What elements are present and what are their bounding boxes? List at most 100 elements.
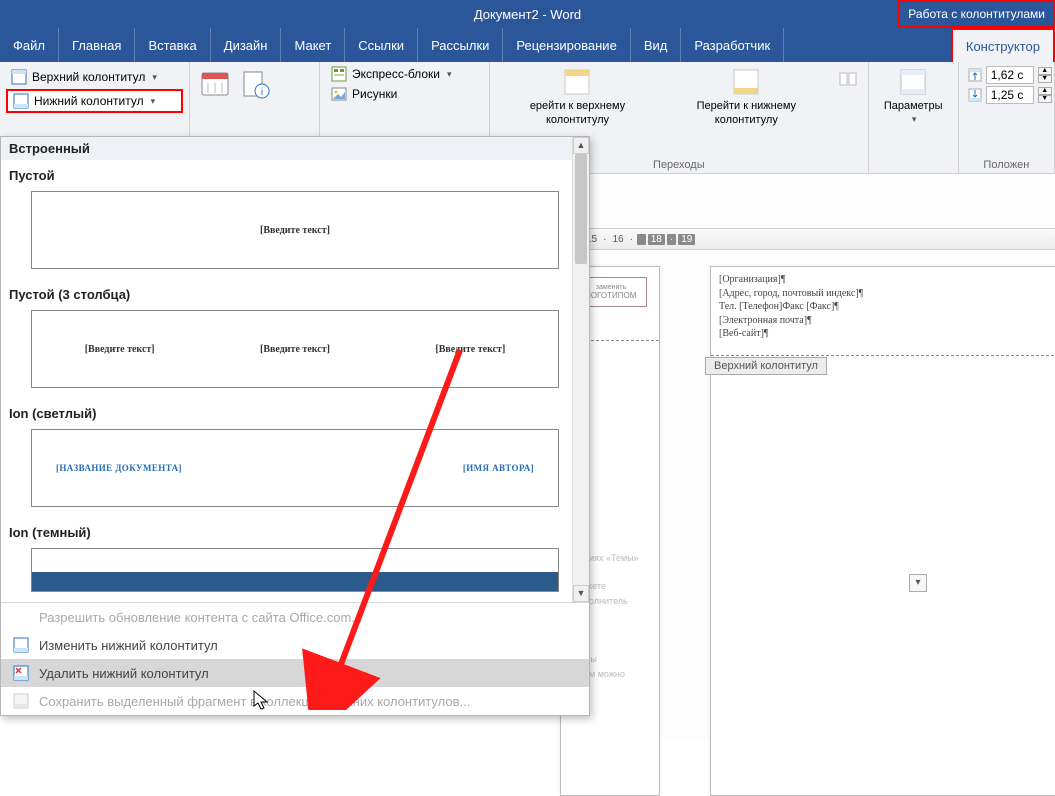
document-area: 15 · 16 · 18 · 19 заменить ЛОГОТИПОМ екц… — [580, 174, 1055, 739]
document-page-right[interactable]: [Организация]¶ [Адрес, город, почтовый и… — [710, 266, 1055, 796]
tab-mailings[interactable]: Рассылки — [418, 28, 503, 62]
header-tel: Тел. [Телефон]Факс [Факс]¶ — [719, 300, 1055, 314]
scroll-up-icon[interactable]: ▲ — [573, 137, 589, 154]
header-addr: [Адрес, город, почтовый индекс]¶ — [719, 287, 1055, 301]
tab-file[interactable]: Файл — [0, 28, 59, 62]
placeholder-text: [Введите текст] — [260, 225, 330, 236]
express-blocks-label: Экспресс-блоки — [352, 67, 440, 81]
ruler-tick — [637, 234, 646, 245]
scrollbar-thumb[interactable] — [575, 154, 587, 264]
footer-from-bottom-field[interactable]: 1,25 с ▲▼ — [965, 85, 1048, 105]
header-email: [Электронная почта]¶ — [719, 314, 1055, 328]
express-blocks-icon — [331, 66, 347, 82]
goto-footer-icon — [731, 67, 761, 97]
pictures-button[interactable]: Рисунки — [326, 84, 483, 104]
header-region-tag[interactable]: Верхний колонтитул — [705, 357, 827, 375]
ruler-tick: 19 — [678, 234, 695, 245]
placeholder-text: [Введите текст] — [260, 344, 330, 355]
tab-view[interactable]: Вид — [631, 28, 682, 62]
footer-position-icon — [968, 88, 982, 102]
goto-footer-button[interactable]: Перейти к нижнему колонтитулу — [663, 65, 830, 130]
placeholder-text: [Введите текст] — [435, 344, 505, 355]
spinner-buttons[interactable]: ▲▼ — [1038, 67, 1052, 83]
menu-save-selection[interactable]: Сохранить выделенный фрагмент в коллекци… — [1, 687, 589, 715]
placeholder-text: [Введите текст] — [85, 344, 155, 355]
placeholder-doc-title: [НАЗВАНИЕ ДОКУМЕНТА] — [56, 463, 182, 473]
document-info-icon[interactable]: i — [240, 69, 270, 99]
footer-label: Нижний колонтитул — [34, 94, 144, 108]
date-time-icon[interactable] — [200, 69, 230, 99]
tab-insert[interactable]: Вставка — [135, 28, 210, 62]
header-dropdown[interactable]: Верхний колонтитул ▾ — [6, 67, 183, 87]
chevron-down-icon: ▾ — [151, 96, 156, 107]
footer-dropdown[interactable]: Нижний колонтитул ▾ — [6, 89, 183, 113]
ruler-tick: · — [601, 234, 608, 245]
header-position-icon — [968, 68, 982, 82]
express-blocks-button[interactable]: Экспресс-блоки ▾ — [326, 64, 483, 84]
footer-template-empty[interactable]: [Введите текст] — [31, 191, 559, 269]
menu-delete-footer-label: Удалить нижний колонтитул — [39, 666, 209, 681]
tab-layout[interactable]: Макет — [281, 28, 345, 62]
header-org: [Организация]¶ — [719, 273, 1055, 287]
goto-header-button[interactable]: ерейти к верхнему колонтитулу — [496, 65, 659, 130]
header-from-top-value: 1,62 с — [986, 66, 1034, 84]
svg-text:i: i — [261, 87, 263, 98]
footer-template-ion-dark[interactable] — [31, 548, 559, 592]
chevron-down-icon: ▾ — [152, 72, 157, 83]
menu-edit-footer[interactable]: Изменить нижний колонтитул — [1, 631, 589, 659]
tab-constructor[interactable]: Конструктор — [951, 28, 1055, 62]
goto-header-icon — [562, 67, 592, 97]
title-bar: Документ2 - Word Работа с колонтитулами — [0, 0, 1055, 28]
gallery-section-empty: Пустой — [1, 160, 589, 187]
scroll-down-button[interactable]: ▾ — [909, 574, 927, 592]
parameters-label: Параметры — [884, 100, 943, 114]
menu-save-selection-label: Сохранить выделенный фрагмент в коллекци… — [39, 694, 470, 709]
edit-footer-icon — [13, 637, 29, 653]
header-icon — [11, 69, 27, 85]
tab-references[interactable]: Ссылки — [345, 28, 418, 62]
ribbon-group-position: 1,62 с ▲▼ 1,25 с ▲▼ Положен — [959, 62, 1055, 173]
ribbon-group-options: Параметры ▾ — [869, 62, 959, 173]
footer-icon — [13, 93, 29, 109]
tab-review[interactable]: Рецензирование — [503, 28, 630, 62]
footer-template-empty-3col[interactable]: [Введите текст] [Введите текст] [Введите… — [31, 310, 559, 388]
gallery-section-empty3: Пустой (3 столбца) — [1, 279, 589, 306]
horizontal-ruler[interactable]: 15 · 16 · 18 · 19 — [580, 228, 1055, 250]
menu-office-update[interactable]: Разрешить обновление контента с сайта Of… — [1, 603, 589, 631]
chevron-down-icon: ▾ — [447, 69, 452, 80]
gallery-scrollbar[interactable]: ▲ ▼ — [572, 137, 589, 602]
header-label: Верхний колонтитул — [32, 70, 145, 84]
parameters-button[interactable]: Параметры ▾ — [875, 65, 952, 127]
tab-developer[interactable]: Разработчик — [681, 28, 784, 62]
ruler-tick: 18 — [648, 234, 665, 245]
scroll-down-icon[interactable]: ▼ — [573, 585, 589, 602]
save-selection-icon — [13, 693, 29, 709]
link-previous-area — [834, 65, 862, 130]
ruler-tick: · — [667, 234, 676, 245]
menu-delete-footer[interactable]: Удалить нижний колонтитул — [1, 659, 589, 687]
footer-gallery-dropdown: Встроенный Пустой [Введите текст] Пустой… — [0, 136, 590, 716]
tab-home[interactable]: Главная — [59, 28, 135, 62]
header-web: [Веб-сайт]¶ — [719, 327, 1055, 341]
tab-design[interactable]: Дизайн — [211, 28, 282, 62]
gallery-section-ion-dark: Ion (темный) — [1, 517, 589, 544]
goto-header-label: ерейти к верхнему колонтитулу — [504, 100, 651, 128]
document-title: Документ2 - Word — [0, 7, 1055, 22]
menu-edit-footer-label: Изменить нижний колонтитул — [39, 638, 218, 653]
placeholder-author: [ИМЯ АВТОРА] — [463, 463, 534, 473]
gallery-category-builtin: Встроенный — [1, 137, 589, 160]
contextual-tab-group-header-footer[interactable]: Работа с колонтитулами — [898, 0, 1055, 28]
menu-office-update-label: Разрешить обновление контента с сайта Of… — [39, 610, 362, 625]
footer-template-ion-light[interactable]: [НАЗВАНИЕ ДОКУМЕНТА] [ИМЯ АВТОРА] — [31, 429, 559, 507]
delete-footer-icon — [13, 665, 29, 681]
spinner-buttons[interactable]: ▲▼ — [1038, 87, 1052, 103]
ruler-tick: 16 — [610, 234, 625, 245]
parameters-icon — [898, 67, 928, 97]
blank-icon — [13, 609, 29, 625]
gallery-section-ion-light: Ion (светлый) — [1, 398, 589, 425]
position-group-label: Положен — [965, 157, 1048, 171]
gallery-bottom-menu: Разрешить обновление контента с сайта Of… — [1, 602, 589, 715]
ribbon-tabs: Файл Главная Вставка Дизайн Макет Ссылки… — [0, 28, 1055, 62]
header-from-top-field[interactable]: 1,62 с ▲▼ — [965, 65, 1048, 85]
header-content[interactable]: [Организация]¶ [Адрес, город, почтовый и… — [719, 273, 1055, 341]
